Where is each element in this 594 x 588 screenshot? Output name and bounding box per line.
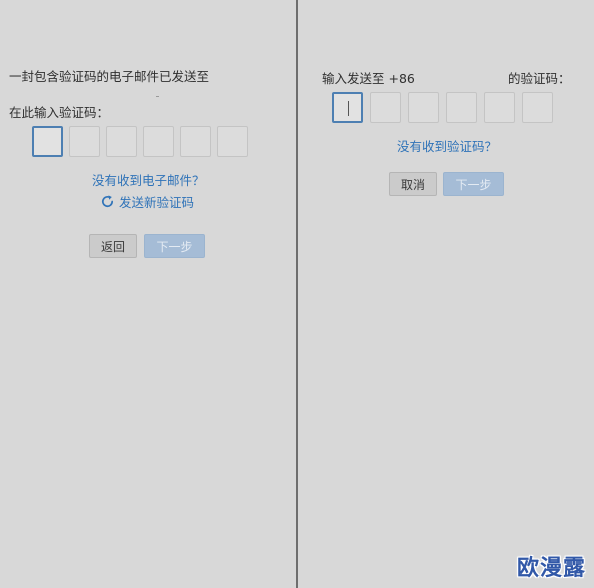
phone-code-digit-3[interactable] (408, 92, 439, 123)
phone-next-button[interactable]: 下一步 (443, 172, 504, 196)
email-code-digit-1[interactable] (32, 126, 63, 157)
no-email-received-link[interactable]: 没有收到电子邮件？ (92, 170, 205, 189)
email-sent-message: 一封包含验证码的电子邮件已发送至 (9, 69, 210, 84)
phone-code-digit-6[interactable] (522, 92, 553, 123)
sent-to-phone-suffix: 的验证码： (508, 71, 571, 86)
no-code-received-link[interactable]: 没有收到验证码？ (397, 136, 497, 155)
email-code-digit-3[interactable] (106, 126, 137, 157)
email-next-button[interactable]: 下一步 (144, 234, 205, 258)
phone-code-input-group (332, 92, 553, 123)
email-verification-panel: 一封包含验证码的电子邮件已发送至 在此输入验证码： 没有收到电子邮件？ 发送新验… (0, 0, 296, 588)
redacted-email-mark (156, 96, 159, 97)
email-code-digit-4[interactable] (143, 126, 174, 157)
refresh-icon (100, 194, 115, 209)
phone-code-digit-5[interactable] (484, 92, 515, 123)
email-code-digit-6[interactable] (217, 126, 248, 157)
resend-code-link[interactable]: 发送新验证码 (100, 192, 194, 211)
email-code-input-group (32, 126, 248, 157)
email-code-digit-5[interactable] (180, 126, 211, 157)
enter-code-label: 在此输入验证码： (9, 105, 110, 120)
sent-to-phone-prefix: 输入发送至 +86 (322, 71, 415, 86)
phone-verification-panel: 输入发送至 +86 的验证码： 没有收到验证码？ 取消 下一步 (298, 0, 594, 588)
phone-code-digit-1[interactable] (332, 92, 363, 123)
cancel-button[interactable]: 取消 (389, 172, 437, 196)
text-caret (348, 101, 349, 116)
resend-code-label: 发送新验证码 (119, 195, 195, 210)
phone-code-digit-4[interactable] (446, 92, 477, 123)
email-code-digit-2[interactable] (69, 126, 100, 157)
watermark-logo: 欧漫露 (516, 556, 586, 581)
back-button[interactable]: 返回 (89, 234, 137, 258)
phone-code-digit-2[interactable] (370, 92, 401, 123)
